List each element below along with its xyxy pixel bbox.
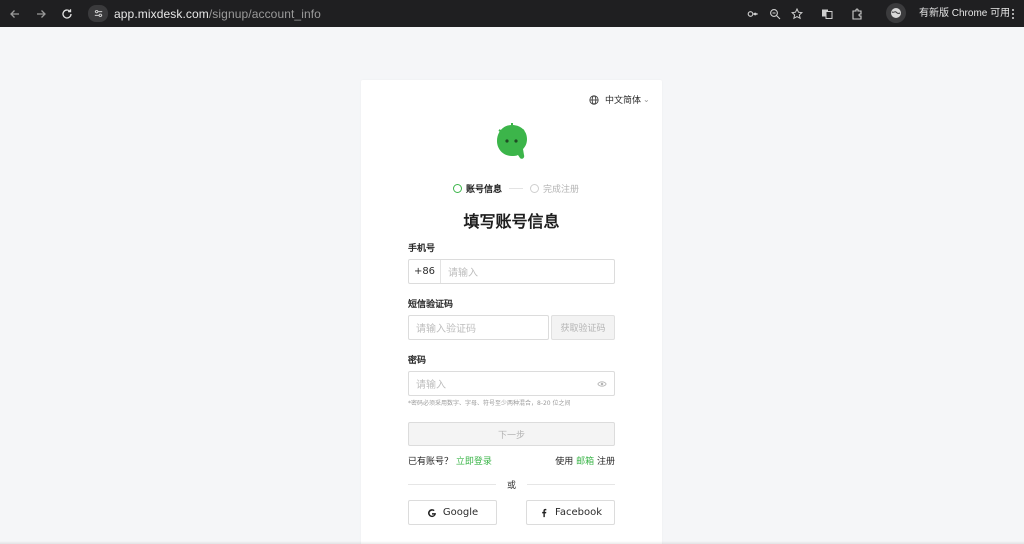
- next-step-button[interactable]: 下一步: [408, 422, 615, 446]
- step-indicator-inactive: [530, 184, 540, 193]
- step-indicator-active: [453, 184, 462, 193]
- language-selector[interactable]: 中文简体 ⌄: [589, 93, 650, 106]
- arrow-left-icon: [10, 9, 19, 18]
- page-title: 填写账号信息: [463, 212, 560, 231]
- google-signin-button[interactable]: Google: [408, 500, 497, 525]
- password-input[interactable]: 请输入: [408, 371, 615, 396]
- chrome-update-button[interactable]: 有新版 Chrome 可用: [919, 0, 1010, 27]
- sms-code-label: 短信验证码: [408, 300, 454, 310]
- back-button[interactable]: [2, 0, 28, 27]
- facebook-icon: [542, 508, 547, 517]
- facebook-signin-button[interactable]: Facebook: [526, 500, 615, 525]
- page-content: 中文简体 ⌄ 账号信息 完成注册 填写账号信息 手机号 +86 请输入 短信验证…: [0, 27, 1024, 544]
- login-prompt-text: 已有账号？: [408, 457, 454, 467]
- arrow-right-icon: [37, 9, 46, 18]
- sms-code-input[interactable]: 请输入验证码: [408, 315, 549, 340]
- mixdesk-logo-icon: [497, 123, 527, 159]
- translate-icon: [822, 9, 833, 19]
- login-prompt: 已有账号？ 立即登录: [408, 454, 492, 467]
- globe-avatar-icon: [891, 8, 901, 18]
- password-key-button[interactable]: [742, 0, 764, 27]
- url-text: app.mixdesk.com/signup/account_info: [114, 7, 321, 21]
- reload-button[interactable]: [54, 0, 80, 27]
- email-signup: 使用 邮箱 注册: [555, 454, 615, 467]
- step-label-complete: 完成注册: [543, 185, 580, 195]
- key-icon: [747, 10, 758, 17]
- step-label-account-info: 账号信息: [466, 185, 503, 195]
- phone-label: 手机号: [408, 244, 436, 254]
- phone-field[interactable]: +86 请输入: [408, 259, 615, 284]
- url-path: /signup/account_info: [208, 6, 321, 21]
- address-bar[interactable]: app.mixdesk.com/signup/account_info: [84, 3, 724, 24]
- chrome-menu-button[interactable]: [1007, 0, 1019, 27]
- password-label: 密码: [408, 356, 427, 366]
- tune-icon: [94, 10, 102, 17]
- bookmark-button[interactable]: [786, 0, 808, 27]
- email-signup-prefix: 使用: [555, 457, 574, 467]
- google-label: Google: [442, 507, 479, 518]
- translate-button[interactable]: [816, 0, 838, 27]
- language-label: 中文简体: [605, 96, 642, 106]
- puzzle-icon: [852, 7, 862, 20]
- extensions-button[interactable]: [846, 0, 868, 27]
- profile-avatar[interactable]: [886, 3, 906, 23]
- reload-icon: [62, 8, 72, 19]
- dot-icon: [1012, 16, 1014, 19]
- google-icon: [427, 508, 436, 517]
- email-signup-link[interactable]: 邮箱: [576, 457, 594, 467]
- url-host: app.mixdesk.com: [114, 6, 209, 21]
- sms-code-placeholder: 请输入验证码: [416, 324, 476, 335]
- globe-icon: [589, 94, 599, 105]
- login-link[interactable]: 立即登录: [456, 457, 492, 467]
- email-signup-suffix: 注册: [596, 457, 615, 467]
- progress-steps: 账号信息 完成注册: [453, 182, 579, 195]
- dot-icon: [1012, 8, 1014, 11]
- facebook-label: Facebook: [555, 507, 602, 518]
- site-info-button[interactable]: [88, 5, 108, 22]
- password-placeholder: 请输入: [416, 380, 446, 391]
- zoom-button[interactable]: [764, 0, 786, 27]
- or-divider: 或: [408, 478, 615, 491]
- signup-card: 中文简体 ⌄ 账号信息 完成注册 填写账号信息 手机号 +86 请输入 短信验证…: [361, 80, 662, 544]
- or-text: 或: [506, 481, 516, 491]
- forward-button[interactable]: [28, 0, 54, 27]
- get-code-button[interactable]: 获取验证码: [551, 315, 615, 340]
- eye-toggle-icon[interactable]: [597, 379, 607, 389]
- password-hint: *密码必须采用数字、字母、符号至少两种混合，8-20 位之间: [408, 400, 571, 407]
- step-connector: [509, 188, 524, 189]
- phone-input[interactable]: 请输入: [441, 264, 614, 279]
- chevron-down-icon: ⌄: [643, 95, 650, 104]
- star-icon: [791, 7, 803, 19]
- country-code-prefix[interactable]: +86: [409, 260, 441, 283]
- browser-toolbar: app.mixdesk.com/signup/account_info 有新版 …: [0, 0, 1024, 27]
- zoom-icon: [770, 8, 781, 19]
- dot-icon: [1012, 12, 1014, 15]
